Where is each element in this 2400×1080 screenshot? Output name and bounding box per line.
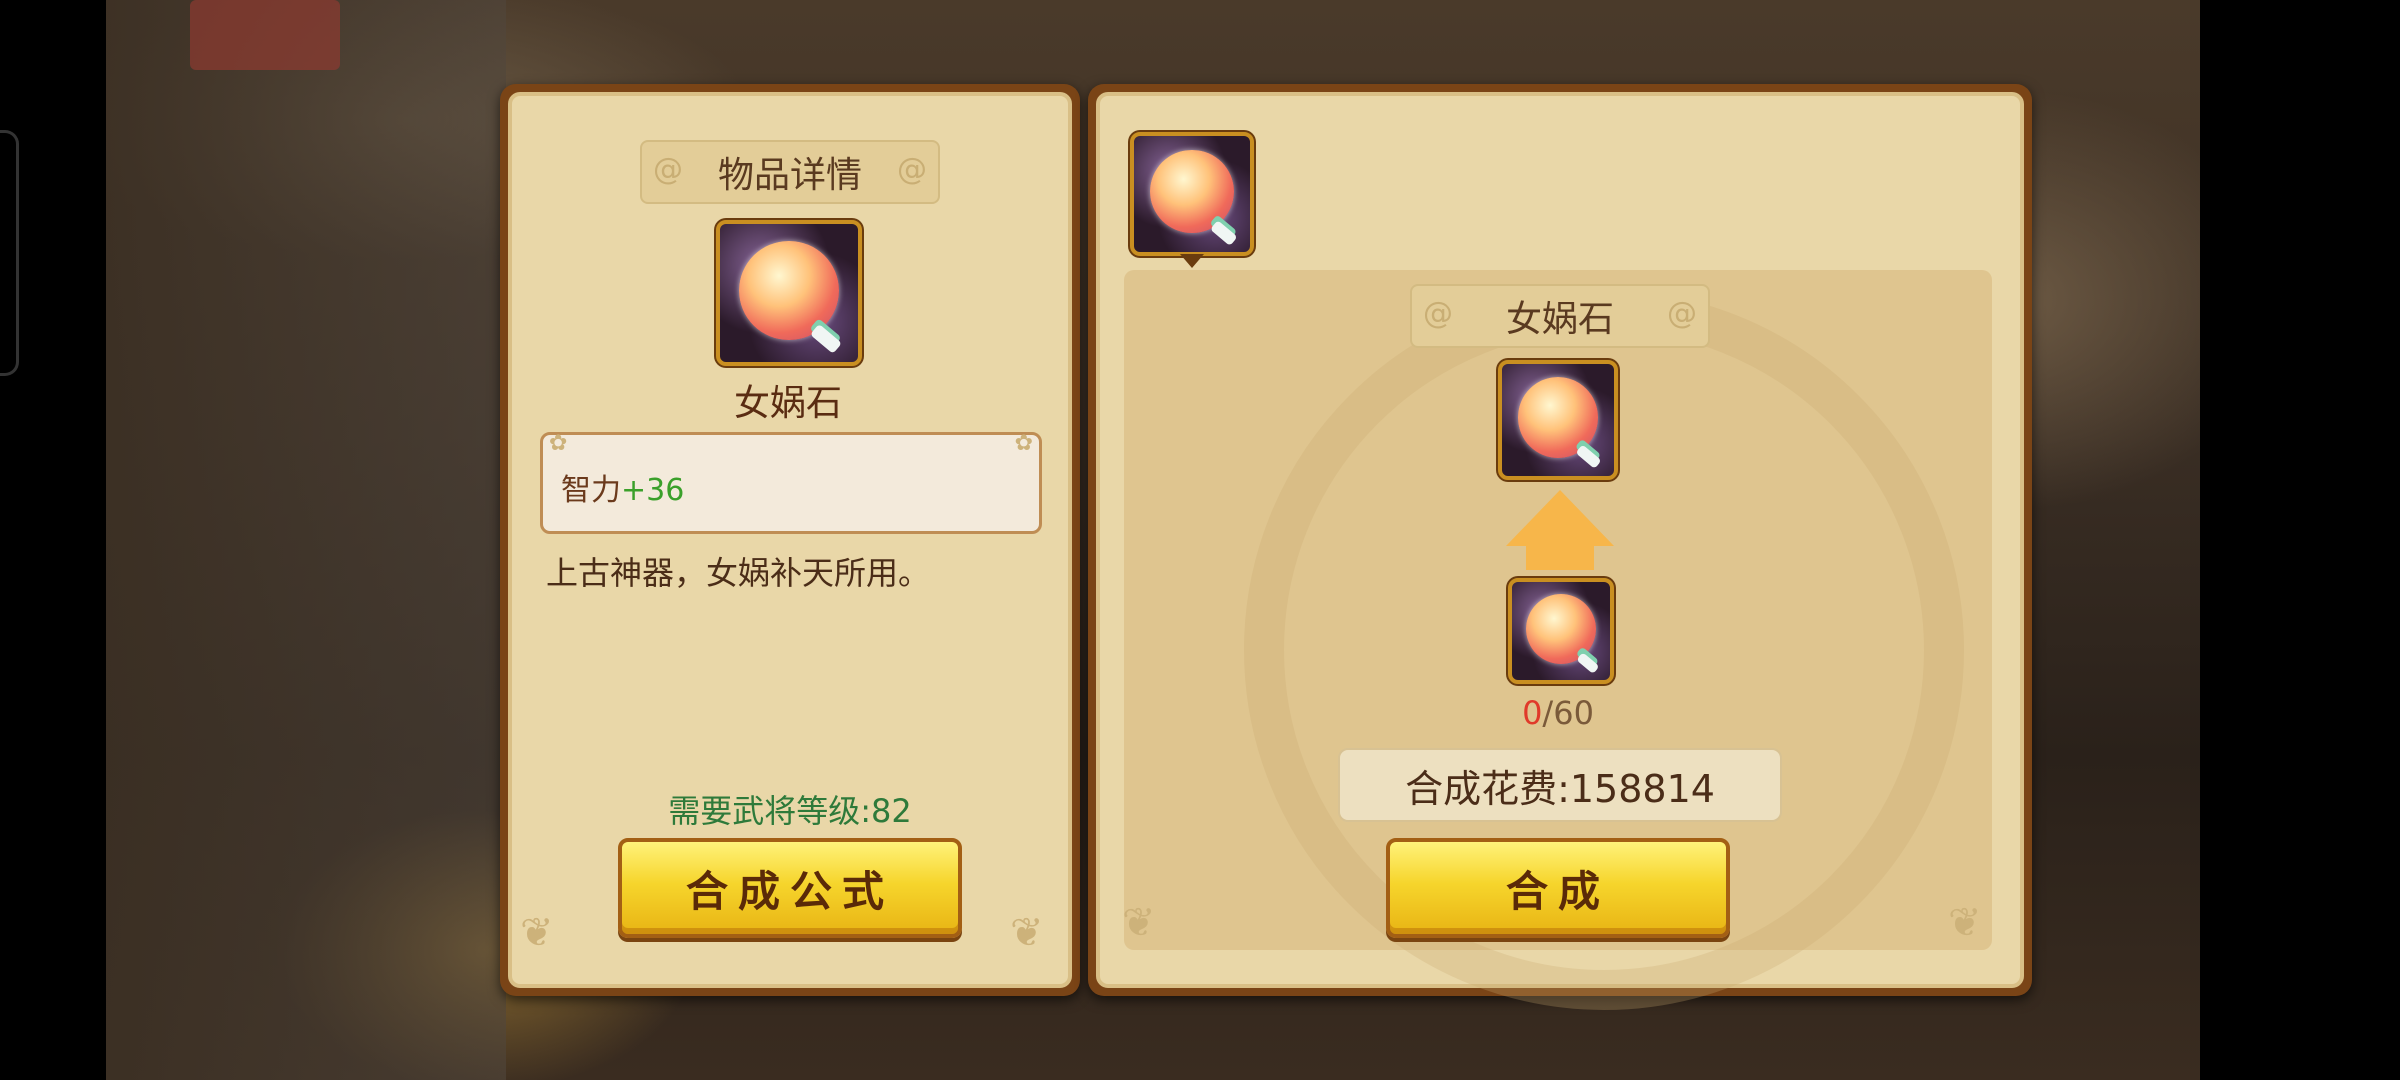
arrow-up-icon [1506, 490, 1614, 546]
item-detail-title-text: 物品详情 [717, 155, 862, 196]
arrow-up-stem [1526, 544, 1594, 570]
synthesize-button[interactable]: 合成 [1386, 838, 1730, 938]
item-detail-title: @ 物品详情 @ [640, 140, 940, 204]
synthesis-cost: 合成花费:158814 [1338, 748, 1782, 822]
tab-pointer-icon [1180, 254, 1204, 268]
material-have: 0 [1522, 694, 1543, 732]
corner-ornament-icon: ❦ [1948, 900, 1982, 946]
material-count: 0/60 [1418, 694, 1698, 732]
scroll-ornament-icon: @ [1667, 296, 1697, 331]
corner-ornament-icon: ✿ [1014, 431, 1033, 456]
corner-ornament-icon: ✿ [549, 431, 568, 456]
side-handle[interactable] [0, 130, 19, 376]
corner-ornament-icon: ❦ [520, 910, 554, 956]
item-name: 女娲石 [733, 383, 842, 424]
stat-box: ✿ ✿ 智力+36 [540, 431, 1042, 534]
synthesis-title: @ 女娲石 @ [1410, 284, 1710, 348]
selected-item-tab-icon[interactable] [1130, 132, 1254, 256]
scroll-ornament-icon: @ [1423, 296, 1453, 331]
background-shade [106, 0, 506, 1080]
level-requirement: 需要武将等级:82 [668, 792, 912, 830]
background-banner [190, 0, 340, 70]
screen-edge [2200, 0, 2400, 1080]
scroll-ornament-icon: @ [653, 152, 683, 187]
scroll-ornament-icon: @ [897, 152, 927, 187]
nuwa-stone-item-icon[interactable] [716, 220, 862, 366]
material-fragment-icon[interactable] [1508, 578, 1614, 684]
synthesis-formula-button[interactable]: 合成公式 [618, 838, 962, 938]
material-need: /60 [1542, 694, 1594, 732]
stat-label: 智力 [561, 473, 621, 508]
item-description: 上古神器，女娲补天所用。 [546, 554, 931, 592]
stat-value: +36 [621, 473, 685, 508]
corner-ornament-icon: ❦ [1122, 900, 1156, 946]
corner-ornament-icon: ❦ [1010, 910, 1044, 956]
synthesis-title-text: 女娲石 [1505, 299, 1614, 340]
synthesis-result-icon[interactable] [1498, 360, 1618, 480]
